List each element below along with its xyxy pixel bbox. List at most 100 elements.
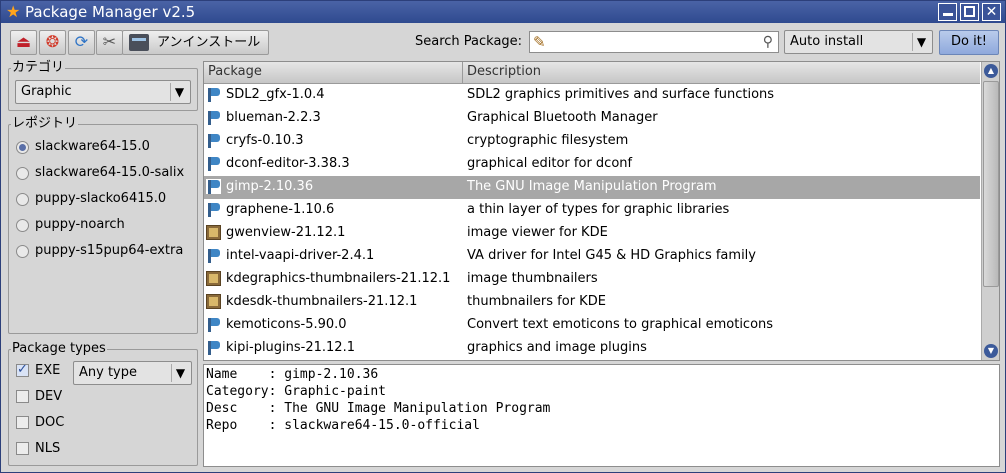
column-header-package[interactable]: Package: [208, 64, 262, 79]
search-icon[interactable]: ⚲: [763, 33, 773, 51]
repo-option[interactable]: puppy-slacko6415.0: [16, 190, 196, 210]
package-description: cryptographic filesystem: [467, 133, 629, 148]
table-row[interactable]: kemoticons-5.90.0 Convert text emoticons …: [204, 314, 980, 337]
details-line: Name : gimp-2.10.36: [206, 367, 379, 382]
package-details: Name : gimp-2.10.36 Category: Graphic-pai…: [203, 364, 1000, 467]
scroll-up-icon[interactable]: ▲: [984, 64, 998, 78]
repository-legend: レポジトリ: [11, 116, 79, 132]
table-row[interactable]: SDL2_gfx-1.0.4 SDL2 graphics primitives a…: [204, 84, 980, 107]
table-row[interactable]: intel-vaapi-driver-2.4.1 VA driver for In…: [204, 245, 980, 268]
repository-group: レポジトリ slackware64-15.0 slackware64-15.0-…: [8, 116, 198, 334]
package-name: kdesdk-thumbnailers-21.12.1: [226, 294, 418, 309]
package-description: Graphical Bluetooth Manager: [467, 110, 658, 125]
uninstall-button[interactable]: アンインストール: [122, 30, 269, 55]
checkbox[interactable]: [16, 390, 29, 403]
package-icon: [206, 248, 221, 263]
package-description: Convert text emoticons to graphical emot…: [467, 317, 774, 332]
radio-selected[interactable]: [16, 141, 29, 154]
package-manager-window: ★ Package Manager v2.5 ✕ ⏏ ❂ ⟳ ✂ アンインストー…: [0, 0, 1006, 473]
maximize-button[interactable]: [960, 3, 979, 21]
settings-button[interactable]: ✂: [96, 30, 123, 55]
radio[interactable]: [16, 167, 29, 180]
package-types-legend: Package types: [11, 341, 107, 357]
package-name: intel-vaapi-driver-2.4.1: [226, 248, 375, 263]
search-input[interactable]: [552, 33, 757, 51]
package-name: kipi-plugins-21.12.1: [226, 340, 355, 355]
table-row[interactable]: kdegraphics-thumbnailers-21.12.1 image th…: [204, 268, 980, 291]
drive-icon: [129, 34, 149, 51]
repo-label: slackware64-15.0: [35, 139, 150, 154]
clear-broom-icon[interactable]: ✎: [533, 33, 546, 51]
package-icon: [206, 340, 221, 355]
package-name: kemoticons-5.90.0: [226, 317, 347, 332]
package-icon: [206, 179, 221, 194]
package-description: image viewer for KDE: [467, 225, 608, 240]
tools-icon: ✂: [102, 32, 117, 51]
type-exe-checkbox[interactable]: EXE: [16, 362, 71, 382]
do-it-button[interactable]: Do it!: [939, 30, 999, 55]
category-value: Graphic: [21, 84, 72, 99]
close-icon: ✕: [985, 4, 998, 20]
maximize-icon: [964, 6, 975, 17]
search-field[interactable]: ✎ ⚲: [529, 31, 779, 53]
help-button[interactable]: ❂: [39, 30, 66, 55]
package-name: blueman-2.2.3: [226, 110, 321, 125]
table-row[interactable]: kipi-plugins-21.12.1 graphics and image p…: [204, 337, 980, 360]
package-name: gwenview-21.12.1: [226, 225, 346, 240]
chevron-down-icon[interactable]: ▼: [171, 364, 189, 382]
type-filter-select[interactable]: Any type ▼: [73, 361, 192, 385]
category-select[interactable]: Graphic ▼: [15, 80, 191, 104]
install-mode-select[interactable]: Auto install ▼: [784, 30, 933, 54]
chevron-down-icon[interactable]: ▼: [912, 33, 930, 51]
type-dev-checkbox[interactable]: DEV: [16, 388, 71, 408]
column-header-description[interactable]: Description: [467, 64, 541, 79]
table-row[interactable]: dconf-editor-3.38.3 graphical editor for …: [204, 153, 980, 176]
scrollbar-thumb[interactable]: [983, 81, 999, 287]
radio[interactable]: [16, 219, 29, 232]
chevron-down-icon[interactable]: ▼: [170, 83, 188, 101]
table-row[interactable]: kdesdk-thumbnailers-21.12.1 thumbnailers …: [204, 291, 980, 314]
repo-option[interactable]: slackware64-15.0: [16, 138, 196, 158]
scroll-down-icon[interactable]: ▼: [984, 344, 998, 358]
vertical-scrollbar[interactable]: ▲ ▼: [981, 62, 999, 360]
package-description: graphics and image plugins: [467, 340, 647, 355]
type-label: EXE: [35, 363, 61, 378]
checkbox-checked[interactable]: [16, 362, 29, 377]
package-description: The GNU Image Manipulation Program: [467, 179, 717, 194]
exit-button[interactable]: ⏏: [10, 30, 37, 55]
radio[interactable]: [16, 245, 29, 258]
exit-icon: ⏏: [15, 32, 32, 51]
package-description: thumbnailers for KDE: [467, 294, 606, 309]
lifebuoy-icon: ❂: [45, 32, 60, 51]
refresh-icon: ⟳: [74, 32, 89, 51]
package-name: dconf-editor-3.38.3: [226, 156, 350, 171]
refresh-button[interactable]: ⟳: [68, 30, 95, 55]
type-nls-checkbox[interactable]: NLS: [16, 440, 71, 460]
table-row[interactable]: blueman-2.2.3 Graphical Bluetooth Manager: [204, 107, 980, 130]
package-description: graphical editor for dconf: [467, 156, 633, 171]
search-label: Search Package:: [415, 34, 523, 49]
type-label: NLS: [35, 441, 61, 456]
details-line: Category: Graphic-paint: [206, 384, 387, 399]
repo-option[interactable]: slackware64-15.0-salix: [16, 164, 196, 184]
type-doc-checkbox[interactable]: DOC: [16, 414, 71, 434]
table-row[interactable]: graphene-1.10.6 a thin layer of types for…: [204, 199, 980, 222]
minimize-button[interactable]: [938, 3, 957, 21]
title-bar[interactable]: ★ Package Manager v2.5 ✕: [1, 1, 1005, 23]
package-icon: [206, 156, 221, 171]
radio[interactable]: [16, 193, 29, 206]
close-button[interactable]: ✕: [982, 3, 1001, 21]
repo-label: puppy-noarch: [35, 217, 125, 232]
repo-option[interactable]: puppy-noarch: [16, 216, 196, 236]
window-title: Package Manager v2.5: [25, 3, 196, 21]
checkbox[interactable]: [16, 442, 29, 455]
table-row[interactable]: gwenview-21.12.1 image viewer for KDE: [204, 222, 980, 245]
column-divider[interactable]: [462, 62, 463, 84]
repo-label: slackware64-15.0-salix: [35, 165, 185, 180]
checkbox[interactable]: [16, 416, 29, 429]
repo-option[interactable]: puppy-s15pup64-extra: [16, 242, 196, 262]
minimize-icon: [942, 13, 953, 16]
table-row[interactable]: cryfs-0.10.3 cryptographic filesystem: [204, 130, 980, 153]
package-description: a thin layer of types for graphic librar…: [467, 202, 730, 217]
table-row[interactable]: gimp-2.10.36 The GNU Image Manipulation P…: [204, 176, 980, 199]
